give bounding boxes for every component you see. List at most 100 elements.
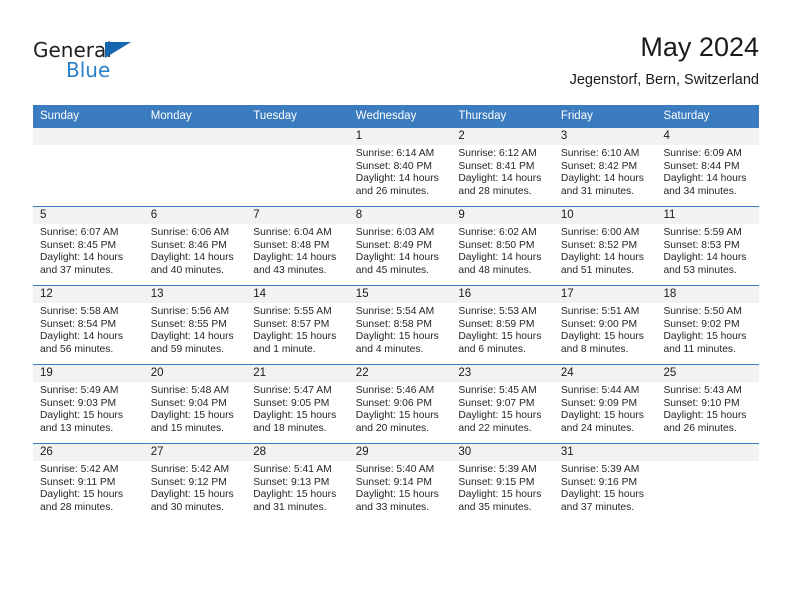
daylight-text-line1: Daylight: 15 hours <box>253 331 337 343</box>
calendar-cell-day[interactable]: 17 Sunrise: 5:51 AM Sunset: 9:00 PM Dayligh… <box>553 285 657 365</box>
day-number <box>143 128 247 145</box>
daylight-text-line2: and 45 minutes. <box>355 264 430 276</box>
sunset-text: Sunset: 8:58 PM <box>355 318 432 330</box>
day-details: Sunrise: 5:44 AM Sunset: 9:09 PM Daylight:… <box>554 382 657 435</box>
sunset-text: Sunset: 8:59 PM <box>458 318 535 330</box>
day-details: Sunrise: 6:03 AM Sunset: 8:49 PM Daylight:… <box>349 224 452 277</box>
day-number: 29 <box>348 444 452 461</box>
calendar-cell-inner: 15 Sunrise: 5:54 AM Sunset: 8:58 PM Dayligh… <box>348 286 452 364</box>
sunrise-text: Sunrise: 6:00 AM <box>560 227 640 238</box>
day-number: 8 <box>348 207 452 224</box>
day-number: 24 <box>553 365 657 382</box>
calendar-cell-inner: 30 Sunrise: 5:39 AM Sunset: 9:15 PM Dayligh… <box>451 444 554 522</box>
calendar-cell-inner: 27 Sunrise: 5:42 AM Sunset: 9:12 PM Dayligh… <box>143 444 247 522</box>
sunrise-text: Sunrise: 6:03 AM <box>355 227 435 238</box>
calendar-cell-day[interactable]: 23 Sunrise: 5:45 AM Sunset: 9:07 PM Dayligh… <box>451 364 554 444</box>
daylight-text-line1: Daylight: 14 hours <box>663 252 747 264</box>
sunset-text: Sunset: 8:42 PM <box>560 160 638 172</box>
daylight-text-line1: Daylight: 15 hours <box>458 489 542 501</box>
calendar-cell-day[interactable]: 25 Sunrise: 5:43 AM Sunset: 9:10 PM Dayligh… <box>656 364 759 444</box>
day-number: 7 <box>246 207 349 224</box>
calendar-cell-day[interactable]: 24 Sunrise: 5:44 AM Sunset: 9:09 PM Dayligh… <box>553 364 657 444</box>
daylight-text-line2: and 40 minutes. <box>150 264 224 276</box>
calendar-cell-day[interactable]: 15 Sunrise: 5:54 AM Sunset: 8:58 PM Dayligh… <box>348 285 452 365</box>
calendar-cell-day[interactable]: 8 Sunrise: 6:03 AM Sunset: 8:49 PM Daylight… <box>348 206 452 286</box>
day-details: Sunrise: 5:42 AM Sunset: 9:12 PM Daylight:… <box>144 461 247 514</box>
calendar-cell-day[interactable]: 21 Sunrise: 5:47 AM Sunset: 9:05 PM Dayligh… <box>246 364 349 444</box>
daylight-text-line2: and 37 minutes. <box>40 264 114 276</box>
daylight-text-line1: Daylight: 15 hours <box>150 489 234 501</box>
calendar-cell-day[interactable]: 20 Sunrise: 5:48 AM Sunset: 9:04 PM Dayligh… <box>143 364 247 444</box>
day-details: Sunrise: 5:55 AM Sunset: 8:57 PM Daylight:… <box>246 303 349 356</box>
daylight-text-line1: Daylight: 15 hours <box>355 410 439 422</box>
daylight-text-line1: Daylight: 15 hours <box>560 410 644 422</box>
calendar-cell-inner: 5 Sunrise: 6:07 AM Sunset: 8:45 PM Daylight… <box>33 207 144 285</box>
day-number: 31 <box>553 444 657 461</box>
sunrise-text: Sunrise: 6:02 AM <box>458 227 537 238</box>
daylight-text-line2: and 13 minutes. <box>40 422 114 434</box>
daylight-text-line1: Daylight: 15 hours <box>458 331 542 343</box>
calendar-cell-inner: 17 Sunrise: 5:51 AM Sunset: 9:00 PM Dayligh… <box>553 286 657 364</box>
sunrise-text: Sunrise: 5:49 AM <box>40 385 119 396</box>
calendar-cell-day[interactable]: 3 Sunrise: 6:10 AM Sunset: 8:42 PM Daylight… <box>553 127 657 207</box>
sunrise-text: Sunrise: 5:44 AM <box>560 385 640 396</box>
sunset-text: Sunset: 9:04 PM <box>150 397 227 409</box>
calendar-cell-day[interactable]: 26 Sunrise: 5:42 AM Sunset: 9:11 PM Dayligh… <box>33 443 144 522</box>
calendar-cell-day[interactable]: 28 Sunrise: 5:41 AM Sunset: 9:13 PM Dayligh… <box>246 443 349 522</box>
calendar-week-row: 26 Sunrise: 5:42 AM Sunset: 9:11 PM Dayligh… <box>33 443 759 522</box>
daylight-text-line1: Daylight: 14 hours <box>150 252 234 264</box>
daylight-text-line1: Daylight: 15 hours <box>40 410 123 422</box>
daylight-text-line2: and 15 minutes. <box>150 422 224 434</box>
calendar-cell-inner: 6 Sunrise: 6:06 AM Sunset: 8:46 PM Daylight… <box>143 207 247 285</box>
general-blue-logo[interactable]: General Blue <box>33 38 233 88</box>
day-details: Sunrise: 5:40 AM Sunset: 9:14 PM Daylight:… <box>349 461 452 514</box>
calendar-cell-inner <box>33 128 144 206</box>
calendar-cell-day[interactable]: 22 Sunrise: 5:46 AM Sunset: 9:06 PM Dayligh… <box>348 364 452 444</box>
calendar-cell-day[interactable]: 18 Sunrise: 5:50 AM Sunset: 9:02 PM Dayligh… <box>656 285 759 365</box>
daylight-text-line1: Daylight: 15 hours <box>355 331 439 343</box>
sunrise-text: Sunrise: 6:07 AM <box>40 227 119 238</box>
calendar-cell-day[interactable]: 13 Sunrise: 5:56 AM Sunset: 8:55 PM Dayligh… <box>143 285 247 365</box>
sunset-text: Sunset: 8:49 PM <box>355 239 432 251</box>
calendar-cell-day[interactable]: 6 Sunrise: 6:06 AM Sunset: 8:46 PM Daylight… <box>143 206 247 286</box>
calendar-cell-day[interactable]: 10 Sunrise: 6:00 AM Sunset: 8:52 PM Dayligh… <box>553 206 657 286</box>
daylight-text-line2: and 8 minutes. <box>560 343 629 355</box>
calendar-cell-day[interactable]: 1 Sunrise: 6:14 AM Sunset: 8:40 PM Daylight… <box>348 127 452 207</box>
calendar-header-row: Sunday Monday Tuesday Wednesday Thursday… <box>33 105 759 128</box>
calendar-cell-day[interactable]: 27 Sunrise: 5:42 AM Sunset: 9:12 PM Dayligh… <box>143 443 247 522</box>
day-number: 22 <box>348 365 452 382</box>
calendar-cell-day[interactable]: 16 Sunrise: 5:53 AM Sunset: 8:59 PM Dayligh… <box>451 285 554 365</box>
calendar-cell-day[interactable]: 30 Sunrise: 5:39 AM Sunset: 9:15 PM Dayligh… <box>451 443 554 522</box>
calendar-cell-day[interactable]: 2 Sunrise: 6:12 AM Sunset: 8:41 PM Daylight… <box>451 127 554 207</box>
calendar-cell-day[interactable]: 31 Sunrise: 5:39 AM Sunset: 9:16 PM Dayligh… <box>553 443 657 522</box>
sunset-text: Sunset: 9:07 PM <box>458 397 535 409</box>
daylight-text-line1: Daylight: 15 hours <box>560 489 644 501</box>
daylight-text-line2: and 59 minutes. <box>150 343 224 355</box>
calendar-cell-inner: 9 Sunrise: 6:02 AM Sunset: 8:50 PM Daylight… <box>451 207 554 285</box>
daylight-text-line2: and 26 minutes. <box>663 422 737 434</box>
calendar-cell-day[interactable]: 11 Sunrise: 5:59 AM Sunset: 8:53 PM Dayligh… <box>656 206 759 286</box>
calendar-cell-day[interactable]: 19 Sunrise: 5:49 AM Sunset: 9:03 PM Dayligh… <box>33 364 144 444</box>
day-details: Sunrise: 6:12 AM Sunset: 8:41 PM Daylight:… <box>451 145 554 198</box>
calendar-cell-day[interactable]: 14 Sunrise: 5:55 AM Sunset: 8:57 PM Dayligh… <box>246 285 349 365</box>
daylight-text-line2: and 34 minutes. <box>663 185 737 197</box>
calendar-cell-inner: 23 Sunrise: 5:45 AM Sunset: 9:07 PM Dayligh… <box>451 365 554 443</box>
day-details: Sunrise: 6:06 AM Sunset: 8:46 PM Daylight:… <box>144 224 247 277</box>
calendar-cell-day[interactable]: 4 Sunrise: 6:09 AM Sunset: 8:44 PM Daylight… <box>656 127 759 207</box>
calendar-cell-day[interactable]: 5 Sunrise: 6:07 AM Sunset: 8:45 PM Daylight… <box>33 206 144 286</box>
calendar-cell-day[interactable]: 29 Sunrise: 5:40 AM Sunset: 9:14 PM Dayligh… <box>348 443 452 522</box>
calendar-cell-inner: 7 Sunrise: 6:04 AM Sunset: 8:48 PM Daylight… <box>246 207 349 285</box>
calendar-cell-day[interactable]: 12 Sunrise: 5:58 AM Sunset: 8:54 PM Dayligh… <box>33 285 144 365</box>
calendar-week-row: 1 Sunrise: 6:14 AM Sunset: 8:40 PM Daylight… <box>33 127 759 207</box>
calendar-cell-inner: 22 Sunrise: 5:46 AM Sunset: 9:06 PM Dayligh… <box>348 365 452 443</box>
calendar-cell-day[interactable]: 7 Sunrise: 6:04 AM Sunset: 8:48 PM Daylight… <box>246 206 349 286</box>
sunset-text: Sunset: 9:03 PM <box>40 397 117 409</box>
daylight-text-line2: and 4 minutes. <box>355 343 424 355</box>
page-header: General Blue May 2024 Jegenstorf, Bern, … <box>33 30 759 98</box>
sunset-text: Sunset: 9:02 PM <box>663 318 740 330</box>
sunset-text: Sunset: 8:57 PM <box>253 318 330 330</box>
calendar-cell-day[interactable]: 9 Sunrise: 6:02 AM Sunset: 8:50 PM Daylight… <box>451 206 554 286</box>
day-number: 11 <box>656 207 759 224</box>
calendar-cell-inner: 28 Sunrise: 5:41 AM Sunset: 9:13 PM Dayligh… <box>246 444 349 522</box>
day-details: Sunrise: 6:07 AM Sunset: 8:45 PM Daylight:… <box>33 224 144 277</box>
